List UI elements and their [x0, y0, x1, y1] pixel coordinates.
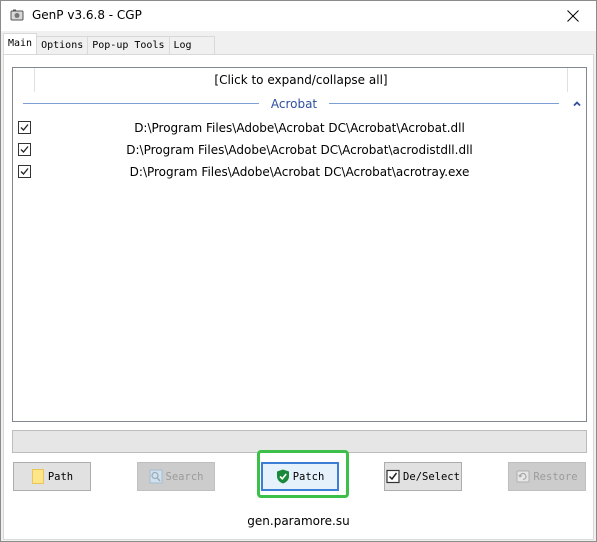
file-tree[interactable]: [Click to expand/collapse all] Acrobat D… — [12, 67, 587, 422]
folder-icon — [31, 469, 44, 484]
tab-main[interactable]: Main — [3, 33, 38, 54]
checkbox-icon — [386, 469, 400, 484]
shield-check-icon — [276, 469, 289, 484]
group-divider — [329, 103, 559, 104]
patch-button-label: Patch — [292, 470, 325, 483]
tab-log[interactable]: Log — [168, 36, 215, 54]
file-row: D:\Program Files\Adobe\Acrobat DC\Acroba… — [13, 140, 586, 160]
group-label: Acrobat — [270, 97, 318, 111]
path-button-label: Path — [47, 470, 74, 483]
footer-link[interactable]: gen.paramore.su — [1, 514, 596, 528]
app-window: GenP v3.6.8 - CGP Main Options Pop-up To… — [0, 0, 597, 542]
file-path: D:\Program Files\Adobe\Acrobat DC\Acroba… — [134, 121, 465, 135]
deselect-button[interactable]: De/Select — [384, 462, 462, 491]
group-header-acrobat[interactable]: Acrobat — [23, 96, 583, 112]
file-path: D:\Program Files\Adobe\Acrobat DC\Acroba… — [129, 165, 470, 179]
app-icon — [10, 9, 24, 21]
search-button[interactable]: Search — [137, 462, 215, 491]
search-icon — [149, 469, 163, 484]
file-path: D:\Program Files\Adobe\Acrobat DC\Acroba… — [126, 143, 473, 157]
deselect-button-label: De/Select — [403, 470, 460, 483]
group-divider — [23, 103, 259, 104]
restore-icon — [516, 470, 530, 483]
close-button[interactable] — [550, 1, 596, 31]
file-row: D:\Program Files\Adobe\Acrobat DC\Acroba… — [13, 162, 586, 182]
window-title: GenP v3.6.8 - CGP — [32, 8, 142, 22]
close-icon — [567, 10, 579, 22]
restore-button-label: Restore — [533, 470, 578, 483]
expand-collapse-all[interactable]: [Click to expand/collapse all] — [34, 68, 568, 92]
search-button-label: Search — [165, 470, 204, 483]
tab-bar: Main Options Pop-up Tools Log — [3, 33, 215, 54]
file-row: D:\Program Files\Adobe\Acrobat DC\Acroba… — [13, 118, 586, 138]
path-button[interactable]: Path — [13, 462, 91, 491]
restore-button[interactable]: Restore — [508, 462, 586, 491]
chevron-up-icon[interactable] — [571, 98, 583, 110]
tab-popup-tools[interactable]: Pop-up Tools — [87, 36, 170, 54]
tab-options[interactable]: Options — [36, 36, 89, 54]
patch-button[interactable]: Patch — [261, 462, 339, 491]
title-bar: GenP v3.6.8 - CGP — [1, 1, 596, 31]
